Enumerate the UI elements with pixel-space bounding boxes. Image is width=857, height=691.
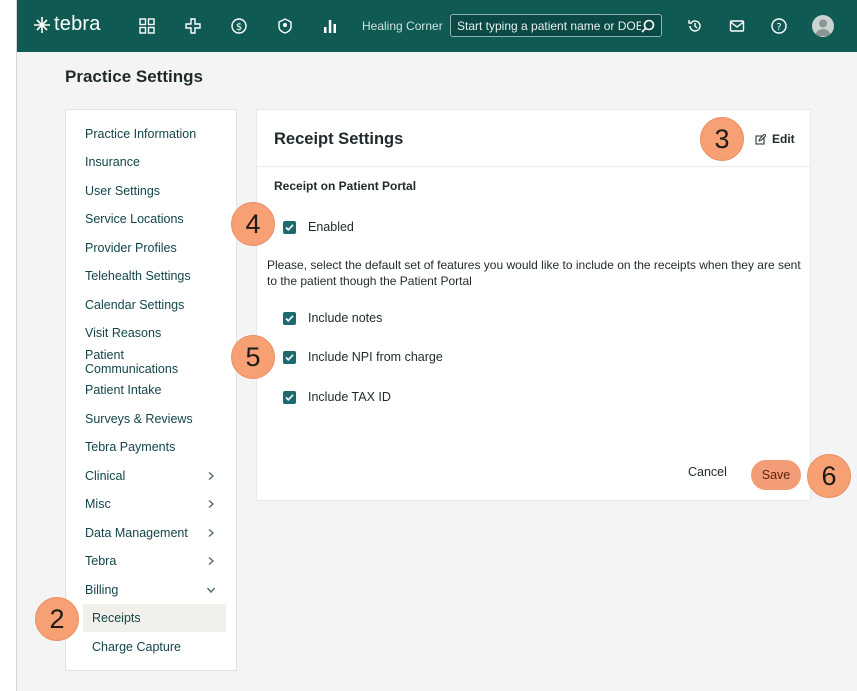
- sidebar-item-telehealth-settings[interactable]: Telehealth Settings: [66, 262, 236, 290]
- edit-label: Edit: [772, 132, 795, 146]
- app-window: tebra $ Healing Corner ?: [16, 0, 857, 691]
- logo-text: tebra: [54, 13, 101, 35]
- include-notes-checkbox[interactable]: [283, 311, 296, 325]
- sidebar-item-practice-information[interactable]: Practice Information: [66, 120, 236, 148]
- panel-title: Receipt Settings: [274, 130, 404, 148]
- top-nav-bar: tebra $ Healing Corner ?: [17, 0, 857, 52]
- cancel-button[interactable]: Cancel: [688, 465, 727, 479]
- step-marker-2: 2: [35, 597, 79, 641]
- tebra-logo-icon: [34, 16, 50, 33]
- sidebar-item-data-management[interactable]: Data Management: [66, 519, 236, 547]
- include-tax-id-label: Include TAX ID: [308, 390, 391, 404]
- svg-text:$: $: [236, 22, 242, 33]
- chevron-right-icon: [208, 556, 215, 566]
- settings-sidebar: Practice Information Insurance User Sett…: [65, 109, 237, 671]
- sidebar-item-clinical[interactable]: Clinical: [66, 462, 236, 490]
- sidebar-item-receipts[interactable]: Receipts: [83, 604, 226, 632]
- patient-search-input[interactable]: [457, 18, 641, 33]
- enabled-label: Enabled: [308, 220, 354, 234]
- practice-name[interactable]: Healing Corner: [362, 19, 443, 33]
- sidebar-item-label: Charge Capture: [92, 640, 181, 654]
- user-avatar[interactable]: [812, 15, 834, 37]
- sidebar-item-user-settings[interactable]: User Settings: [66, 177, 236, 205]
- sidebar-item-label: Tebra: [85, 554, 117, 568]
- sidebar-item-label: Practice Information: [85, 127, 197, 141]
- sidebar-item-label: Misc: [85, 497, 111, 511]
- sidebar-item-tebra-payments[interactable]: Tebra Payments: [66, 433, 236, 461]
- sidebar-item-label: Patient Communications: [85, 348, 179, 376]
- sidebar-item-label: Receipts: [92, 611, 141, 625]
- sidebar-item-label: Clinical: [85, 469, 126, 483]
- sidebar-item-label: Billing: [85, 583, 119, 597]
- save-button[interactable]: Save: [751, 460, 801, 490]
- sidebar-item-label: Data Management: [85, 526, 188, 540]
- chevron-right-icon: [208, 499, 215, 509]
- patient-badge-icon[interactable]: [275, 16, 295, 36]
- step-marker-3: 3: [700, 117, 744, 161]
- sidebar-item-label: Patient Intake: [85, 383, 162, 397]
- sidebar-item-billing[interactable]: Billing: [66, 576, 236, 604]
- sidebar-item-label: Visit Reasons: [85, 326, 162, 340]
- search-icon[interactable]: [641, 19, 655, 33]
- include-npi-label: Include NPI from charge: [308, 350, 443, 364]
- help-icon[interactable]: ?: [769, 16, 789, 36]
- history-icon[interactable]: [685, 16, 705, 36]
- sidebar-item-service-locations[interactable]: Service Locations: [66, 205, 236, 233]
- step-marker-5: 5: [231, 335, 275, 379]
- dashboard-grid-icon[interactable]: [137, 16, 157, 36]
- sidebar-item-patient-communications[interactable]: Patient Communications: [66, 348, 236, 376]
- description-text: Please, select the default set of featur…: [267, 258, 801, 288]
- checkmark-icon: [285, 314, 294, 322]
- sidebar-item-visit-reasons[interactable]: Visit Reasons: [66, 319, 236, 347]
- checkmark-icon: [285, 353, 294, 361]
- include-notes-label: Include notes: [308, 311, 383, 325]
- sidebar-item-misc[interactable]: Misc: [66, 490, 236, 518]
- sidebar-item-label: Insurance: [85, 155, 140, 169]
- sidebar-item-label: User Settings: [85, 184, 161, 198]
- chevron-down-icon: [206, 587, 216, 594]
- sidebar-item-label: Tebra Payments: [85, 440, 176, 454]
- sidebar-item-label: Surveys & Reviews: [85, 412, 193, 426]
- include-notes-row[interactable]: Include notes: [283, 311, 382, 325]
- tebra-logo[interactable]: tebra: [33, 13, 101, 36]
- edit-pencil-icon: [755, 133, 766, 145]
- edit-button[interactable]: Edit: [755, 132, 795, 146]
- step-marker-6: 6: [807, 454, 851, 498]
- sidebar-item-label: Service Locations: [85, 212, 184, 226]
- include-npi-checkbox[interactable]: [283, 350, 296, 364]
- sidebar-item-label: Telehealth Settings: [85, 269, 191, 283]
- include-tax-id-row[interactable]: Include TAX ID: [283, 390, 391, 404]
- checkmark-icon: [285, 393, 294, 401]
- sidebar-item-charge-capture[interactable]: Charge Capture: [66, 633, 236, 661]
- chevron-right-icon: [208, 528, 215, 538]
- sidebar-item-surveys-reviews[interactable]: Surveys & Reviews: [66, 405, 236, 433]
- clinical-cross-icon[interactable]: [183, 16, 203, 36]
- sidebar-item-provider-profiles[interactable]: Provider Profiles: [66, 234, 236, 262]
- billing-dollar-icon[interactable]: $: [229, 16, 249, 36]
- reports-bar-chart-icon[interactable]: [320, 16, 340, 36]
- sidebar-item-patient-intake[interactable]: Patient Intake: [66, 376, 236, 404]
- enabled-checkbox[interactable]: [283, 220, 296, 234]
- include-tax-id-checkbox[interactable]: [283, 390, 296, 404]
- sidebar-item-tebra[interactable]: Tebra: [66, 547, 236, 575]
- chevron-right-icon: [208, 471, 215, 481]
- sidebar-item-insurance[interactable]: Insurance: [66, 148, 236, 176]
- patient-search-box[interactable]: [450, 14, 662, 37]
- checkmark-icon: [285, 223, 294, 231]
- enabled-checkbox-row[interactable]: Enabled: [283, 220, 354, 234]
- page-title: Practice Settings: [65, 67, 203, 86]
- svg-text:?: ?: [776, 22, 781, 33]
- step-marker-4: 4: [231, 202, 275, 246]
- messages-envelope-icon[interactable]: [727, 16, 747, 36]
- include-npi-row[interactable]: Include NPI from charge: [283, 350, 443, 364]
- section-label: Receipt on Patient Portal: [274, 179, 417, 193]
- sidebar-item-label: Provider Profiles: [85, 241, 177, 255]
- sidebar-item-calendar-settings[interactable]: Calendar Settings: [66, 291, 236, 319]
- receipt-settings-panel: Receipt Settings Edit Receipt on Patient…: [256, 109, 811, 501]
- sidebar-item-label: Calendar Settings: [85, 298, 185, 312]
